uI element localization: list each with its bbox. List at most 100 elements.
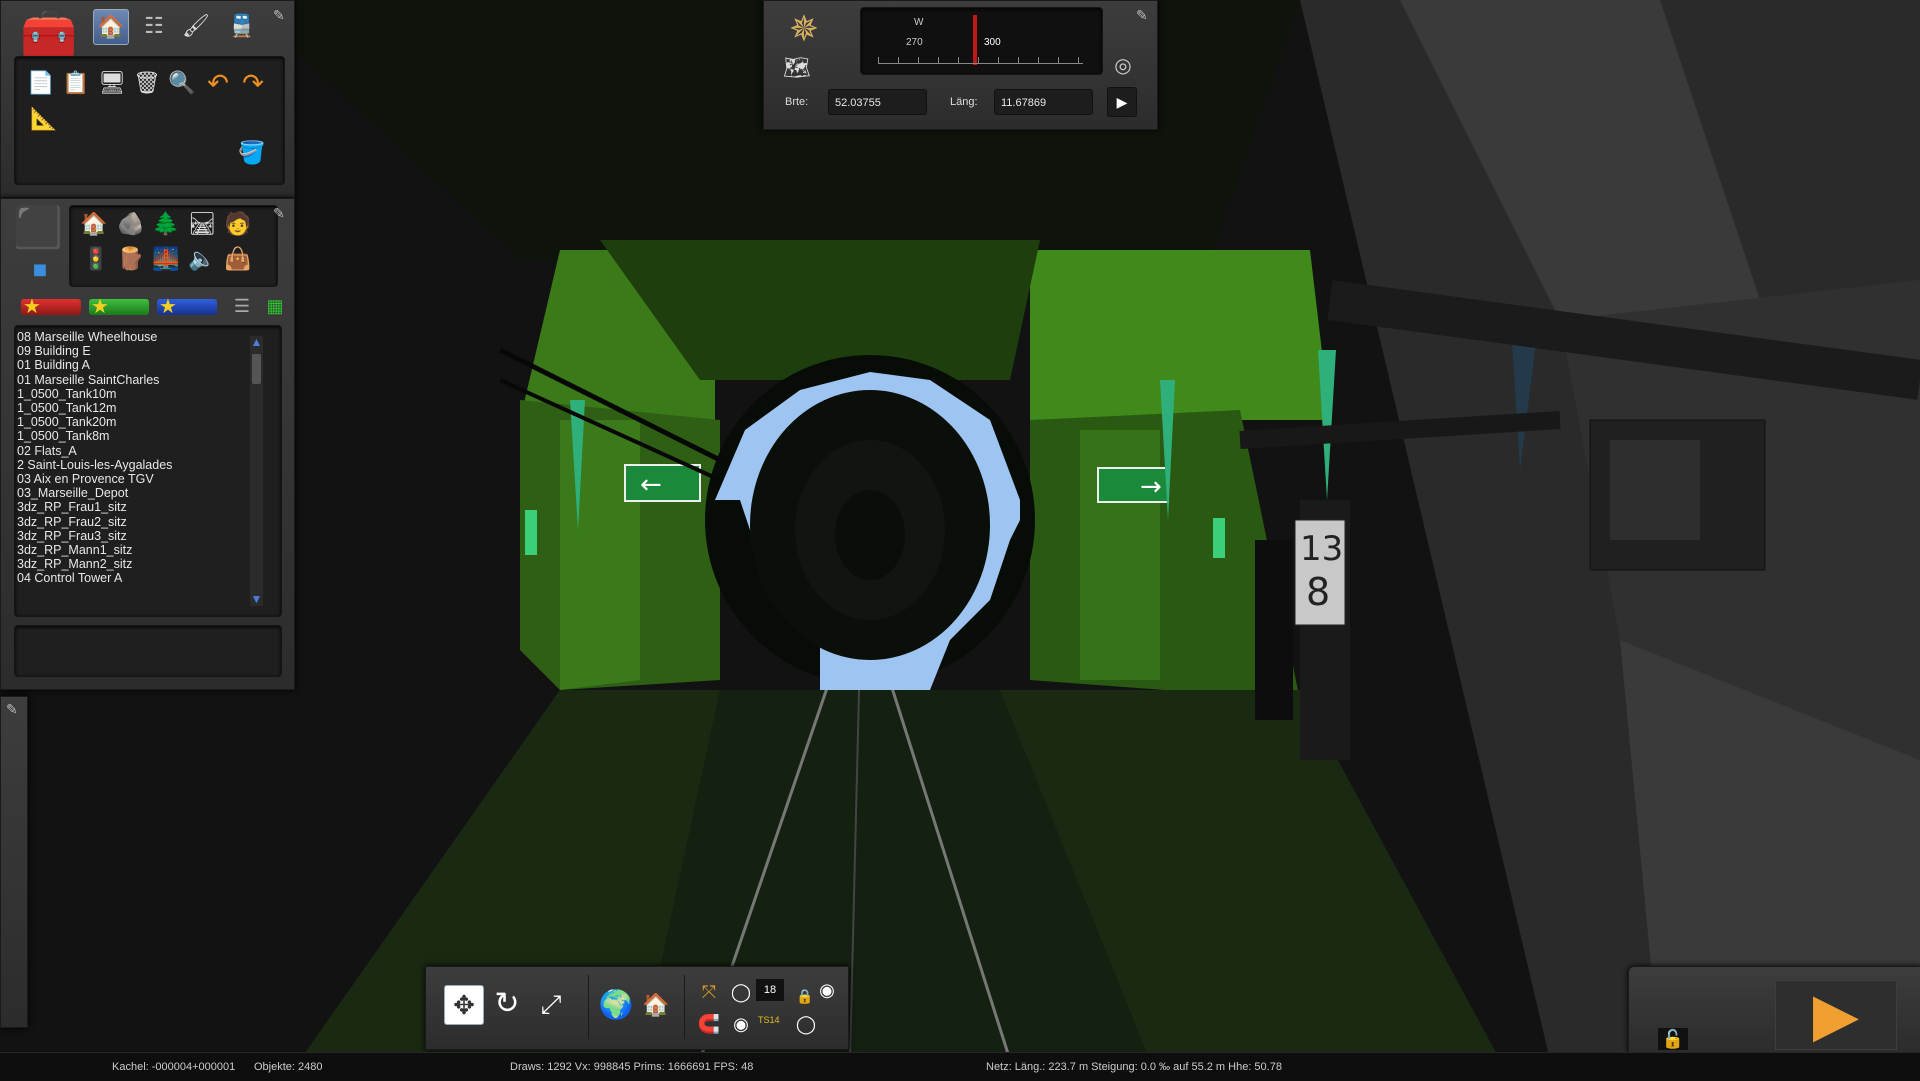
magnet-icon[interactable]: 🧲 (694, 1009, 724, 1039)
home-small-icon[interactable]: 🏠 (638, 987, 674, 1023)
asset-list-item[interactable]: 1_0500_Tank20m (17, 415, 242, 429)
asset-list-item[interactable]: 3dz_RP_Frau2_sitz (17, 515, 242, 529)
copy-icon[interactable]: 📄 (26, 68, 56, 98)
person-icon[interactable]: 🧑 (223, 209, 253, 239)
asset-list-item[interactable]: 04 Control Tower A (17, 571, 242, 585)
status-network: Netz: Läng.: 223.7 m Steigung: 0.0 ‰ auf… (986, 1061, 1282, 1073)
favorite-blue[interactable]: ★ (157, 296, 217, 318)
monitor-icon[interactable]: 🖥 (97, 68, 127, 98)
scroll-up-icon[interactable]: ▲ (250, 336, 263, 349)
radio-toggle-3[interactable]: ◉ (726, 1009, 756, 1039)
track-pieces-icon[interactable]: 🛤 (187, 209, 217, 239)
rock-icon[interactable]: 🪨 (116, 209, 146, 239)
pin-icon[interactable]: ✎ (1136, 7, 1148, 24)
ruler-icon[interactable]: 📐 (29, 104, 59, 134)
scale-tool-icon[interactable]: ⤢ (532, 985, 570, 1023)
asset-list-item[interactable]: 3dz_RP_Mann1_sitz (17, 543, 242, 557)
svg-text:←: ← (640, 470, 662, 500)
favorite-green[interactable]: ★ (89, 296, 149, 318)
grid-view-icon[interactable]: ▦ (260, 291, 290, 321)
status-tile: Kachel: -000004+000001 (112, 1061, 236, 1073)
heading-scale (878, 57, 1083, 64)
heading-tick-300: 300 (984, 37, 1001, 48)
asset-list-item[interactable]: 03_Marseille_Depot (17, 486, 242, 500)
svg-text:→: → (1140, 472, 1162, 502)
counter-field[interactable]: 18 (756, 979, 784, 1001)
heading-tape[interactable]: W 270 300 (860, 7, 1101, 73)
compass-rose-icon[interactable]: ✵ (782, 7, 826, 51)
signal-icon[interactable]: 🚦 (81, 244, 111, 274)
wood-icon[interactable]: 🪵 (116, 244, 146, 274)
bag-icon[interactable]: 👜 (223, 244, 253, 274)
asset-list-item[interactable]: 1_0500_Tank10m (17, 387, 242, 401)
move-tool-icon[interactable]: ✥ (444, 985, 484, 1025)
asset-list-item[interactable]: 03 Aix en Provence TGV (17, 472, 242, 486)
scroll-down-icon[interactable]: ▼ (250, 593, 263, 606)
paste-icon[interactable]: 📋 (61, 68, 91, 98)
globe-icon[interactable]: 🌍 (598, 987, 634, 1023)
toolbox-panel: 🧰 🏠 ☷ 🖌 🚆 ✎ 📄 📋 🖥 🗑 🔍 ↶ ↷ 📐 🪣 (0, 0, 295, 198)
pin-icon[interactable]: ✎ (273, 7, 285, 24)
status-objects: Objekte: 2480 (254, 1061, 323, 1073)
toolbar-divider (588, 975, 589, 1039)
longitude-label: Läng: (950, 96, 978, 108)
asset-list-item[interactable]: 08 Marseille Wheelhouse (17, 330, 242, 344)
brush-icon[interactable]: 🖌 (181, 11, 211, 41)
asset-list-item[interactable]: 3dz_RP_Frau3_sitz (17, 529, 242, 543)
toolbar-divider (684, 975, 685, 1039)
radio-toggle-4[interactable]: ◯ (791, 1009, 821, 1039)
compass-panel: ✵ 🗺 W 270 300 ✎ ◎ Brte: 52.03755 Läng: 1… (763, 0, 1158, 130)
asset-list-scrollbar[interactable]: ▲ ▼ (250, 336, 263, 606)
target-icon[interactable]: ◎ (1108, 51, 1138, 81)
cube-icon[interactable]: ⬛ (13, 203, 63, 253)
asset-list-item[interactable]: 01 Building A (17, 358, 242, 372)
map-icon[interactable]: 🗺 (782, 53, 812, 83)
bottom-toolbar: ✥ ↻ ⤢ 🌍 🏠 ⤧ ◯ 18 🔒 ◉ 🧲 ◉ TS14 ◯ (425, 966, 849, 1050)
play-button[interactable]: ▶ (1775, 980, 1897, 1050)
toolbox-icon[interactable]: 🧰 (19, 5, 79, 61)
collapsed-side-panel[interactable]: ✎ (0, 696, 28, 1028)
bridge-icon[interactable]: 🌉 (151, 244, 181, 274)
star-icon: ★ (159, 296, 177, 318)
undo-icon[interactable]: ↶ (203, 68, 233, 98)
asset-list-item[interactable]: 2 Saint-Louis-les-Aygalades (17, 458, 242, 472)
asset-list-item[interactable]: 1_0500_Tank12m (17, 401, 242, 415)
go-to-coords-button[interactable]: ▶ (1107, 87, 1137, 117)
paint-bucket-icon[interactable]: 🪣 (237, 138, 267, 168)
favorite-red[interactable]: ★ (21, 296, 81, 318)
track-icon[interactable]: ☷ (139, 11, 169, 41)
latitude-field[interactable]: 52.03755 (828, 89, 927, 115)
asset-list-item[interactable]: 01 Marseille SaintCharles (17, 373, 242, 387)
speaker-icon[interactable]: 🔈 (187, 244, 217, 274)
unlock-icon[interactable]: 🔓 (1658, 1028, 1688, 1050)
asset-list-item[interactable]: 09 Building E (17, 344, 242, 358)
list-view-icon[interactable]: ☰ (227, 291, 257, 321)
rotate-tool-icon[interactable]: ↻ (488, 985, 526, 1023)
radio-toggle-1[interactable]: ◯ (726, 977, 756, 1007)
small-cube-icon[interactable]: ◼ (25, 254, 55, 284)
asset-list-item[interactable]: 1_0500_Tank8m (17, 429, 242, 443)
asset-list-item[interactable]: 02 Flats_A (17, 444, 242, 458)
height-tool-icon[interactable]: ⤧ (694, 977, 724, 1007)
scroll-thumb[interactable] (252, 354, 261, 384)
pin-icon[interactable]: ✎ (273, 205, 285, 222)
radio-toggle-2[interactable]: ◉ (812, 975, 842, 1005)
train-icon[interactable]: 🚆 (227, 11, 257, 41)
house-icon[interactable]: 🏠 (79, 209, 109, 239)
star-icon: ★ (23, 296, 41, 318)
redo-icon[interactable]: ↷ (238, 68, 268, 98)
zoom-icon[interactable]: 🔍 (167, 68, 197, 98)
longitude-field[interactable]: 11.67869 (994, 89, 1093, 115)
km-sign-top: 13 (1300, 529, 1343, 569)
trash-icon[interactable]: 🗑 (132, 68, 162, 98)
asset-list-item[interactable]: 3dz_RP_Mann2_sitz (17, 557, 242, 571)
star-icon: ★ (91, 296, 109, 318)
asset-list[interactable]: 08 Marseille Wheelhouse 09 Building E 01 B… (17, 330, 242, 610)
status-render-stats: Draws: 1292 Vx: 998845 Prims: 1666691 FP… (510, 1061, 754, 1073)
snap-tag[interactable]: TS14 (758, 1015, 780, 1025)
pin-icon[interactable]: ✎ (6, 701, 18, 718)
tree-icon[interactable]: 🌲 (151, 209, 181, 239)
home-icon[interactable]: 🏠 (93, 9, 129, 45)
km-sign-bottom: 8 (1306, 570, 1330, 614)
asset-list-item[interactable]: 3dz_RP_Frau1_sitz (17, 500, 242, 514)
